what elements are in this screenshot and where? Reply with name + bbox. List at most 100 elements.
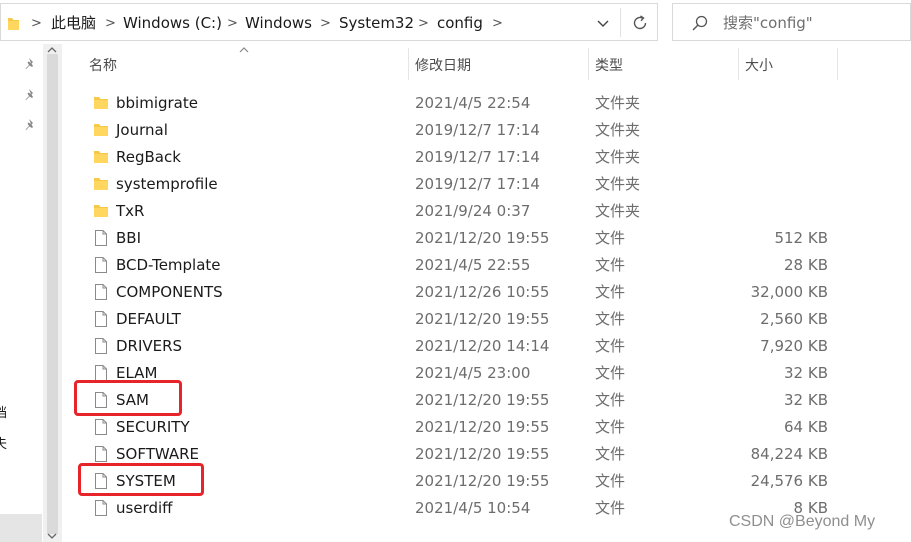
file-type: 文件: [595, 445, 626, 463]
file-modified-date: 2021/12/26 10:55: [415, 283, 550, 301]
file-icon: [95, 419, 107, 435]
column-header-size[interactable]: 大小: [745, 56, 773, 76]
search-placeholder[interactable]: 搜索"config": [723, 13, 813, 33]
folder-icon: [94, 151, 108, 163]
file-modified-date: 2021/12/20 19:55: [415, 229, 550, 247]
table-row[interactable]: DRIVERS 2021/12/20 14:14 文件 7,920 KB: [80, 333, 860, 360]
folder-icon: [94, 205, 108, 217]
file-modified-date: 2021/12/20 19:55: [415, 472, 550, 490]
file-modified-date: 2019/12/7 17:14: [415, 148, 540, 166]
file-name: SOFTWARE: [116, 445, 200, 463]
table-row[interactable]: BCD-Template 2021/4/5 22:55 文件 28 KB: [80, 252, 860, 279]
address-bar[interactable]: > 此电脑 > Windows (C:) > Windows > System3…: [0, 3, 658, 41]
sort-ascending-icon: [239, 47, 249, 53]
breadcrumb-config[interactable]: config: [437, 13, 483, 33]
table-row[interactable]: COMPONENTS 2021/12/26 10:55 文件 32,000 KB: [80, 279, 860, 306]
chevron-down-icon[interactable]: [595, 15, 611, 31]
file-name: Journal: [116, 121, 168, 139]
file-type: 文件夹: [595, 175, 641, 193]
file-type: 文件: [595, 310, 626, 328]
file-name: SECURITY: [116, 418, 190, 436]
column-divider[interactable]: [588, 48, 589, 80]
column-header-date[interactable]: 修改日期: [415, 56, 471, 76]
file-modified-date: 2021/12/20 19:55: [415, 418, 550, 436]
file-modified-date: 2021/12/20 14:14: [415, 337, 550, 355]
search-icon: [692, 15, 708, 31]
table-row[interactable]: ELAM 2021/4/5 23:00 文件 32 KB: [80, 360, 860, 387]
file-type: 文件夹: [595, 148, 641, 166]
file-modified-date: 2019/12/7 17:14: [415, 121, 540, 139]
breadcrumb-windows[interactable]: Windows: [245, 13, 312, 33]
column-header-name[interactable]: 名称: [89, 56, 117, 76]
column-divider[interactable]: [738, 48, 739, 80]
table-row[interactable]: RegBack 2019/12/7 17:14 文件夹: [80, 144, 860, 171]
file-type: 文件: [595, 283, 626, 301]
chevron-right-icon[interactable]: >: [227, 14, 238, 34]
file-modified-date: 2021/9/24 0:37: [415, 202, 531, 220]
file-modified-date: 2021/4/5 22:54: [415, 94, 531, 112]
file-modified-date: 2021/4/5 10:54: [415, 499, 531, 517]
scroll-up-icon[interactable]: [46, 45, 58, 55]
folder-icon: [8, 18, 19, 30]
file-modified-date: 2019/12/7 17:14: [415, 175, 540, 193]
file-type: 文件: [595, 229, 626, 247]
file-size: 64 KB: [784, 418, 828, 436]
pin-icon[interactable]: [24, 57, 38, 71]
table-row[interactable]: Journal 2019/12/7 17:14 文件夹: [80, 117, 860, 144]
watermark: CSDN @Beyond My: [729, 513, 876, 530]
chevron-right-icon[interactable]: >: [418, 14, 429, 34]
file-type: 文件: [595, 256, 626, 274]
file-icon: [95, 311, 107, 327]
file-icon: [95, 230, 107, 246]
file-icon: [95, 257, 107, 273]
folder-icon: [94, 124, 108, 136]
table-row[interactable]: bbimigrate 2021/4/5 22:54 文件夹: [80, 90, 860, 117]
file-size: 32 KB: [784, 364, 828, 382]
breadcrumb-system32[interactable]: System32: [339, 13, 414, 33]
table-row[interactable]: BBI 2021/12/20 19:55 文件 512 KB: [80, 225, 860, 252]
file-size: 7,920 KB: [760, 337, 828, 355]
file-name: RegBack: [116, 148, 181, 166]
file-name: COMPONENTS: [116, 283, 223, 301]
column-divider[interactable]: [408, 48, 409, 80]
file-type: 文件: [595, 391, 626, 409]
file-name: systemprofile: [116, 175, 218, 193]
chevron-right-icon[interactable]: >: [31, 14, 42, 34]
file-name: TxR: [116, 202, 145, 220]
file-icon: [95, 446, 107, 462]
file-modified-date: 2021/12/20 19:55: [415, 391, 550, 409]
file-size: 28 KB: [784, 256, 828, 274]
table-row[interactable]: TxR 2021/9/24 0:37 文件夹: [80, 198, 860, 225]
chevron-right-icon[interactable]: >: [492, 14, 503, 34]
file-name: bbimigrate: [116, 94, 198, 112]
file-name: BBI: [116, 229, 142, 247]
file-type: 文件夹: [595, 202, 641, 220]
file-icon: [95, 284, 107, 300]
file-size: 24,576 KB: [750, 472, 828, 490]
table-row[interactable]: DEFAULT 2021/12/20 19:55 文件 2,560 KB: [80, 306, 860, 333]
file-size: 2,560 KB: [760, 310, 828, 328]
column-header-type[interactable]: 类型: [595, 56, 623, 76]
file-icon: [95, 500, 107, 516]
table-row[interactable]: SAM 2021/12/20 19:55 文件 32 KB: [80, 387, 860, 414]
file-type: 文件: [595, 472, 626, 490]
file-name: userdiff: [116, 499, 173, 517]
file-icon: [95, 338, 107, 354]
file-type: 文件: [595, 364, 626, 382]
table-row[interactable]: SECURITY 2021/12/20 19:55 文件 64 KB: [80, 414, 860, 441]
file-modified-date: 2021/12/20 19:55: [415, 310, 550, 328]
chevron-right-icon[interactable]: >: [105, 14, 116, 34]
folder-icon: [94, 97, 108, 109]
chevron-right-icon[interactable]: >: [320, 14, 331, 34]
file-size: 32 KB: [784, 391, 828, 409]
file-name: BCD-Template: [116, 256, 221, 274]
refresh-icon[interactable]: [630, 13, 650, 33]
highlight-box-system: [78, 463, 204, 496]
table-row[interactable]: systemprofile 2019/12/7 17:14 文件夹: [80, 171, 860, 198]
folder-icon: [94, 178, 108, 190]
breadcrumb-windows-c[interactable]: Windows (C:): [123, 13, 222, 33]
search-box[interactable]: 搜索"config": [672, 3, 911, 41]
column-divider[interactable]: [837, 48, 838, 80]
file-size: 32,000 KB: [750, 283, 828, 301]
breadcrumb-this-pc[interactable]: 此电脑: [51, 13, 96, 33]
